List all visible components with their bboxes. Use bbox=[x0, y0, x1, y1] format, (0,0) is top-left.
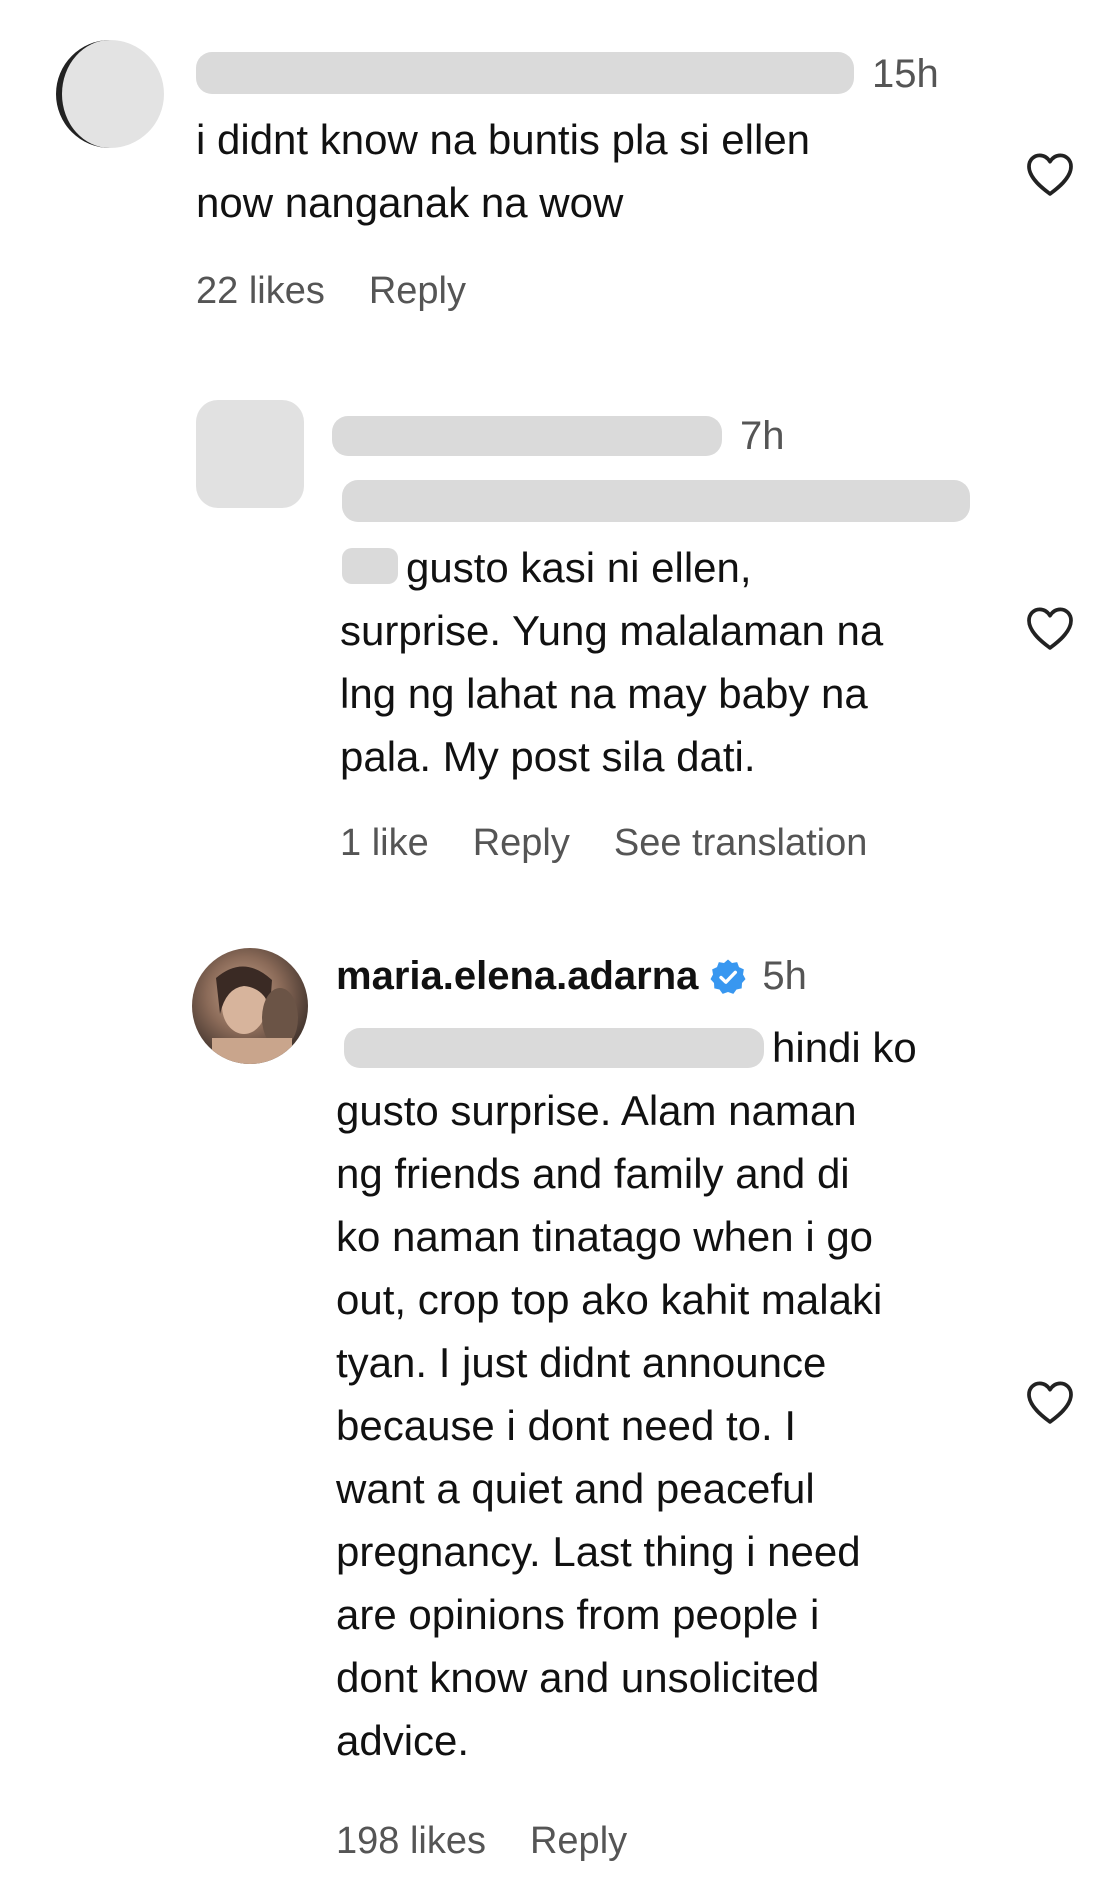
avatar[interactable] bbox=[192, 948, 308, 1064]
comment-meta: 1 like Reply See translation bbox=[340, 822, 911, 865]
redacted-mention bbox=[342, 480, 970, 522]
profile-photo bbox=[212, 966, 298, 1064]
verified-badge-icon bbox=[710, 959, 746, 994]
comment-text-first-line: gusto kasi ni ellen, bbox=[406, 544, 752, 591]
comment-meta: 198 likes Reply bbox=[336, 1820, 671, 1863]
reply-button[interactable]: Reply bbox=[473, 822, 570, 864]
comment-text: surprise. Yung malalaman na lng ng lahat… bbox=[340, 607, 884, 780]
heart-outline-icon[interactable] bbox=[1022, 600, 1078, 656]
username-row: maria.elena.adarna 5h bbox=[336, 954, 807, 999]
comment-text: gusto surprise. Alam naman ng friends an… bbox=[336, 1087, 883, 1764]
see-translation-link[interactable]: See translation bbox=[614, 822, 868, 864]
comment-timestamp: 15h bbox=[872, 52, 939, 96]
comment-timestamp: 5h bbox=[762, 954, 807, 998]
avatar[interactable] bbox=[196, 400, 304, 508]
like-count[interactable]: 22 likes bbox=[196, 270, 325, 312]
like-count[interactable]: 1 like bbox=[340, 822, 429, 864]
avatar[interactable] bbox=[56, 40, 164, 148]
comment-meta: 22 likes Reply bbox=[196, 270, 510, 313]
comment-text-first-line: hindi ko bbox=[772, 1024, 917, 1071]
redacted-mention bbox=[344, 1028, 764, 1068]
redacted-username bbox=[332, 416, 722, 456]
reply-button[interactable]: Reply bbox=[369, 270, 466, 312]
redacted-username bbox=[196, 52, 854, 94]
username[interactable]: maria.elena.adarna bbox=[336, 954, 698, 999]
comment-timestamp: 7h bbox=[740, 414, 785, 458]
heart-outline-icon[interactable] bbox=[1022, 146, 1078, 202]
reply-button[interactable]: Reply bbox=[530, 1820, 627, 1862]
comment-text: i didnt know na buntis pla si ellen now … bbox=[196, 116, 811, 226]
like-count[interactable]: 198 likes bbox=[336, 1820, 486, 1862]
heart-outline-icon[interactable] bbox=[1022, 1374, 1078, 1430]
redacted-mention bbox=[342, 548, 398, 584]
